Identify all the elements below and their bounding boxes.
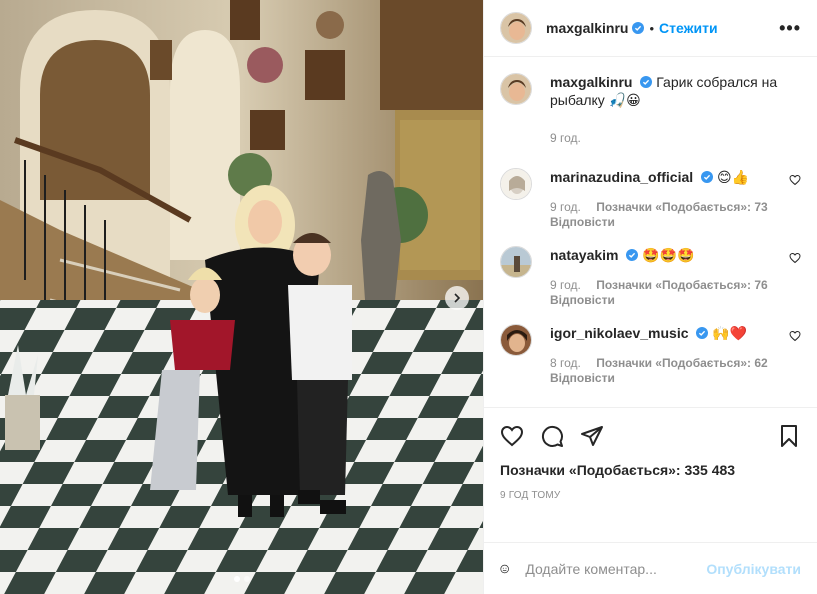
like-count[interactable]: Позначки «Подобається»: 335 483: [500, 462, 801, 478]
instagram-post-view: maxgalkinru • Стежити ••• maxgalkinru Га…: [0, 0, 817, 594]
comment-composer: Опублікувати: [484, 542, 817, 594]
verified-badge-icon: [632, 22, 645, 34]
header-separator: •: [649, 20, 655, 36]
reply-button[interactable]: Відповісти: [550, 371, 615, 385]
comment-body: igor_nikolaev_music 🙌❤️ 8 год. Позначки …: [550, 324, 781, 386]
comment-input[interactable]: [525, 560, 707, 577]
comment-username[interactable]: igor_nikolaev_music: [550, 325, 689, 341]
caption-author-avatar[interactable]: [500, 73, 532, 105]
comment-text: 😊👍: [716, 169, 749, 185]
comment-item: natayakim 🤩🤩🤩 9 год. Позначки «Подобаєть…: [500, 246, 801, 308]
post-caption: maxgalkinru Гарик собрался на рыбалку 🎣😀…: [500, 73, 801, 146]
comment-item: igor_nikolaev_music 🙌❤️ 8 год. Позначки …: [500, 324, 801, 386]
carousel-next-button[interactable]: [445, 286, 469, 310]
publish-button[interactable]: Опублікувати: [706, 561, 801, 577]
share-icon[interactable]: [580, 424, 604, 448]
comment-likes[interactable]: Позначки «Подобається»: 76: [596, 278, 767, 292]
comments-list: maxgalkinru Гарик собрался на рыбалку 🎣😀…: [484, 57, 817, 407]
carousel-indicator: [0, 576, 483, 582]
comment-username[interactable]: natayakim: [550, 247, 618, 263]
heart-icon[interactable]: [789, 330, 801, 342]
post-timestamp[interactable]: 9 ГОД ТОМУ: [500, 490, 801, 501]
verified-badge-icon: [640, 76, 653, 88]
follow-button[interactable]: Стежити: [659, 20, 718, 36]
photo-illustration: [0, 0, 483, 594]
commenter-avatar[interactable]: [500, 168, 532, 200]
comment-icon[interactable]: [540, 424, 564, 448]
verified-badge-icon: [701, 171, 714, 183]
carousel-dot-2: [243, 576, 250, 582]
comment-meta: 9 год. Позначки «Подобається»: 73 Відпов…: [550, 200, 781, 230]
caption-body: maxgalkinru Гарик собрался на рыбалку 🎣😀…: [550, 73, 801, 146]
verified-badge-icon: [696, 327, 709, 339]
carousel-dot-1: [233, 576, 240, 582]
author-avatar[interactable]: [500, 12, 532, 44]
comment-text: 🤩🤩🤩: [642, 247, 695, 263]
comment-meta: 8 год. Позначки «Подобається»: 62 Відпов…: [550, 356, 781, 386]
comment-meta: 9 год. Позначки «Подобається»: 76 Відпов…: [550, 278, 781, 308]
comment-body: marinazudina_official 😊👍 9 год. Позначки…: [550, 168, 781, 230]
comment-text: 🙌❤️: [712, 325, 748, 341]
comment-likes[interactable]: Позначки «Подобається»: 73: [596, 200, 767, 214]
comment-time[interactable]: 9 год.: [550, 200, 581, 214]
post-actions: Позначки «Подобається»: 335 483 9 ГОД ТО…: [484, 407, 817, 542]
caption-time[interactable]: 9 год.: [550, 131, 581, 145]
avatar-image: [501, 13, 531, 43]
like-heart-icon[interactable]: [500, 424, 524, 448]
avatar-image: [501, 74, 531, 104]
comment-time[interactable]: 9 год.: [550, 278, 581, 292]
post-side-panel: maxgalkinru • Стежити ••• maxgalkinru Га…: [483, 0, 817, 594]
comment-item: marinazudina_official 😊👍 9 год. Позначки…: [500, 168, 801, 230]
verified-badge-icon: [626, 249, 639, 261]
comment-body: natayakim 🤩🤩🤩 9 год. Позначки «Подобаєть…: [550, 246, 781, 308]
comment-username[interactable]: marinazudina_official: [550, 169, 693, 185]
heart-icon[interactable]: [789, 252, 801, 264]
avatar-image: [501, 247, 531, 277]
author-username[interactable]: maxgalkinru: [546, 20, 628, 36]
heart-icon[interactable]: [789, 174, 801, 186]
emoji-icon[interactable]: [500, 557, 509, 581]
bookmark-icon[interactable]: [777, 424, 801, 448]
avatar-image: [501, 325, 531, 355]
caption-meta: 9 год.: [550, 131, 801, 146]
post-photo[interactable]: [0, 0, 483, 594]
commenter-avatar[interactable]: [500, 324, 532, 356]
caption-username[interactable]: maxgalkinru: [550, 74, 632, 90]
more-options-icon[interactable]: •••: [779, 18, 801, 39]
avatar-image: [501, 169, 531, 199]
action-icons: [500, 420, 801, 452]
post-header: maxgalkinru • Стежити •••: [484, 0, 817, 57]
reply-button[interactable]: Відповісти: [550, 293, 615, 307]
comment-time[interactable]: 8 год.: [550, 356, 581, 370]
commenter-avatar[interactable]: [500, 246, 532, 278]
chevron-right-icon: [454, 293, 461, 303]
reply-button[interactable]: Відповісти: [550, 215, 615, 229]
comment-likes[interactable]: Позначки «Подобається»: 62: [596, 356, 767, 370]
